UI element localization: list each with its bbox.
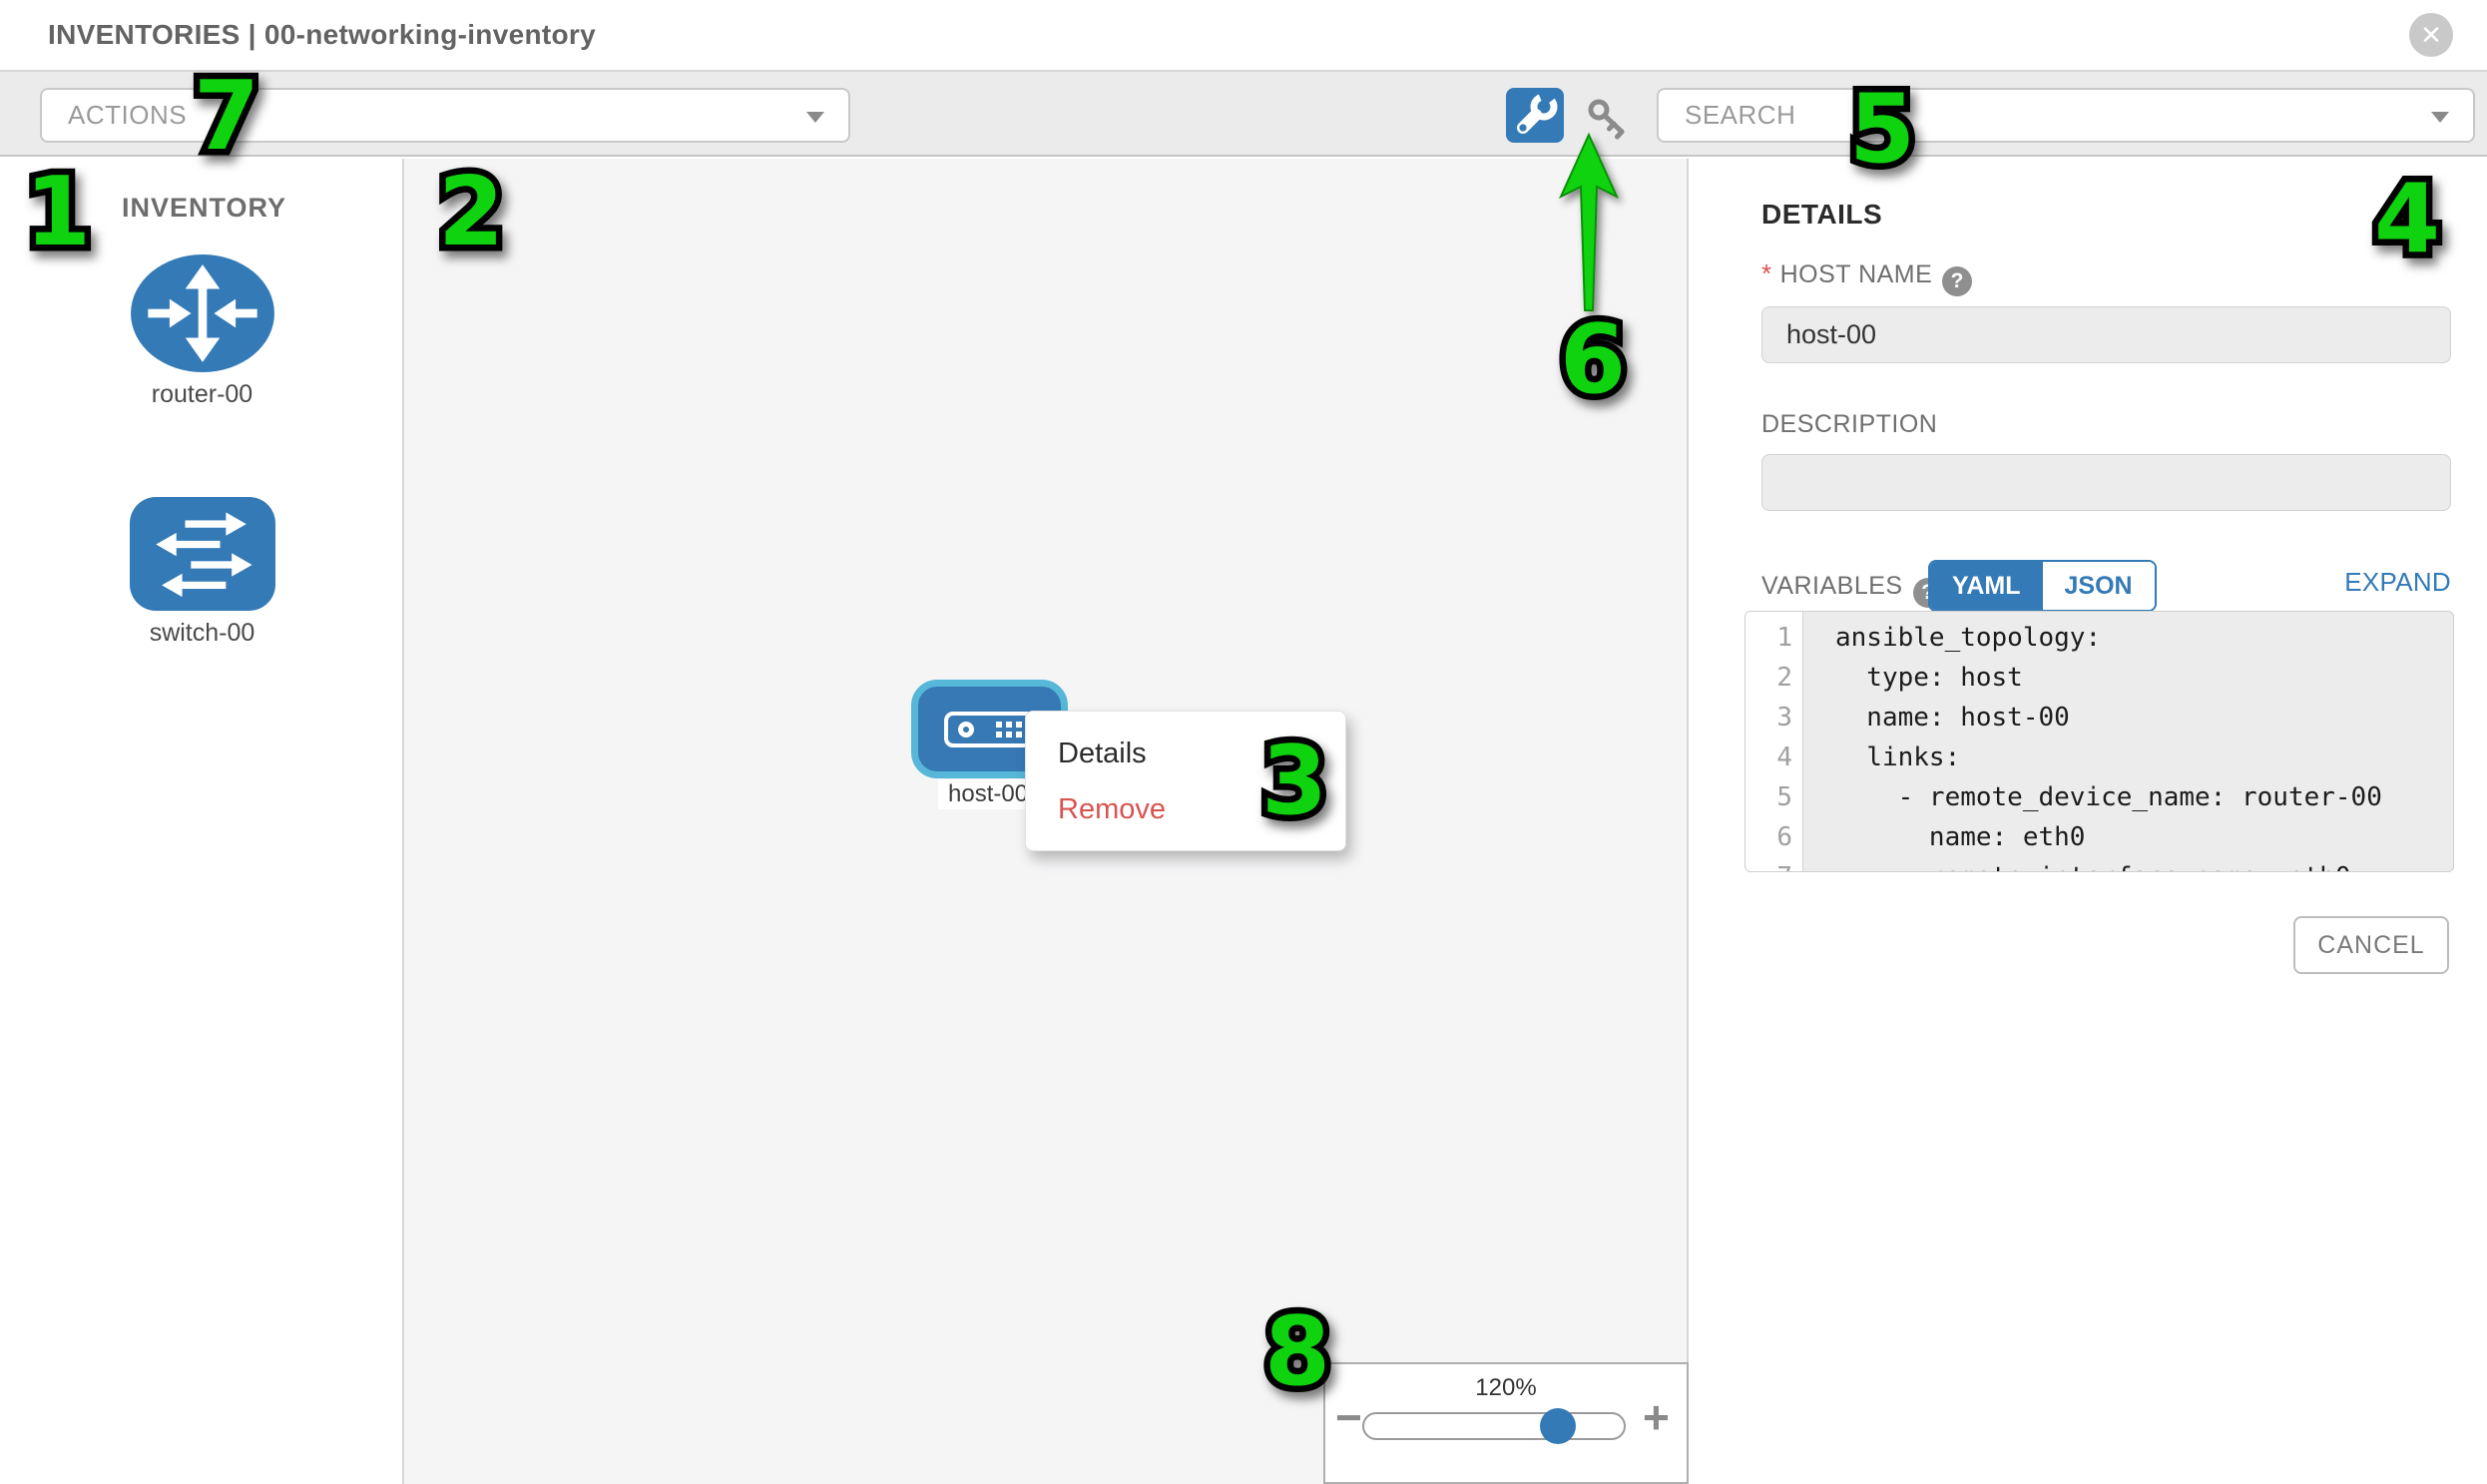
zoom-slider-track[interactable] xyxy=(1362,1412,1626,1440)
actions-dropdown-label: ACTIONS xyxy=(68,100,187,130)
host-name-input[interactable] xyxy=(1761,306,2451,363)
sidebar-item-label: switch-00 xyxy=(0,619,404,648)
search-dropdown[interactable]: SEARCH xyxy=(1657,88,2475,143)
expand-link[interactable]: EXPAND xyxy=(2344,560,2451,604)
search-dropdown-label: SEARCH xyxy=(1685,100,1795,130)
chevron-down-icon xyxy=(2431,112,2449,123)
sidebar-item-router[interactable]: router-00 xyxy=(0,254,404,409)
code-line: name: host-00 xyxy=(1835,698,2453,738)
key-icon[interactable] xyxy=(1585,96,1629,140)
variables-row: VARIABLES? YAML JSON EXPAND xyxy=(1761,560,2451,612)
editor-line-numbers: 1 2 3 4 5 6 7 xyxy=(1745,612,1803,871)
page-title: INVENTORIES | 00-networking-inventory xyxy=(48,0,596,70)
close-icon[interactable]: ✕ xyxy=(2409,13,2453,57)
code-line: links: xyxy=(1835,738,2453,777)
variables-label: VARIABLES xyxy=(1761,572,1903,600)
context-menu-item-details[interactable]: Details xyxy=(1026,726,1345,781)
router-icon xyxy=(130,254,275,372)
description-label: DESCRIPTION xyxy=(1761,410,1937,439)
host-icon xyxy=(944,712,1036,747)
zoom-control-panel: 120% − + xyxy=(1323,1362,1689,1484)
variables-format-toggle: YAML JSON xyxy=(1928,560,2157,612)
node-context-menu: Details Remove xyxy=(1025,711,1346,851)
json-toggle-button[interactable]: JSON xyxy=(2043,562,2155,610)
zoom-level-value: 120% xyxy=(1325,1374,1687,1402)
context-menu-item-remove[interactable]: Remove xyxy=(1026,781,1345,837)
toggle-toolbox-button[interactable] xyxy=(1506,88,1564,143)
code-line: - remote_device_name: router-00 xyxy=(1835,777,2453,817)
host-name-label: HOST NAME xyxy=(1780,260,1933,288)
switch-icon xyxy=(130,497,275,611)
help-icon[interactable]: ? xyxy=(1942,266,1972,296)
chevron-down-icon xyxy=(806,112,824,123)
sidebar-item-switch[interactable]: switch-00 xyxy=(0,497,404,648)
sidebar-title: INVENTORY xyxy=(122,193,286,224)
code-line: ansible_topology: xyxy=(1835,618,2453,658)
wrench-icon xyxy=(1506,88,1564,143)
host-node-label: host-00 xyxy=(938,779,1038,809)
toolbar: ACTIONS SEARCH xyxy=(0,70,2487,157)
inventory-sidebar: INVENTORY router-00 xyxy=(0,159,404,1484)
required-asterisk: * xyxy=(1761,258,1772,288)
variables-code-editor[interactable]: 1 2 3 4 5 6 7 ansible_topology: type: ho… xyxy=(1744,611,2454,872)
zoom-out-button[interactable]: − xyxy=(1335,1394,1362,1440)
inventory-topology-page: INVENTORIES | 00-networking-inventory ✕ … xyxy=(0,0,2487,1484)
code-line: type: host xyxy=(1835,658,2453,698)
zoom-slider-thumb[interactable] xyxy=(1540,1408,1576,1444)
zoom-in-button[interactable]: + xyxy=(1643,1394,1670,1440)
details-panel-title: DETAILS xyxy=(1761,199,1882,231)
sidebar-item-label: router-00 xyxy=(0,380,404,409)
header-bar: INVENTORIES | 00-networking-inventory ✕ xyxy=(0,0,2487,70)
editor-code-lines: ansible_topology: type: host name: host-… xyxy=(1803,612,2453,871)
cancel-button[interactable]: CANCEL xyxy=(2293,916,2449,974)
description-input[interactable] xyxy=(1761,454,2451,511)
actions-dropdown[interactable]: ACTIONS xyxy=(40,88,850,143)
topology-canvas[interactable]: host-00 Details Remove 120% − + xyxy=(404,159,1689,1484)
code-line: remote_interface_name: eth0 xyxy=(1835,857,2453,872)
host-name-label-row: * HOST NAME? xyxy=(1761,258,1972,296)
details-panel: DETAILS * HOST NAME? DESCRIPTION VARIABLE… xyxy=(1691,159,2487,1484)
code-line: name: eth0 xyxy=(1835,817,2453,857)
yaml-toggle-button[interactable]: YAML xyxy=(1930,562,2043,610)
